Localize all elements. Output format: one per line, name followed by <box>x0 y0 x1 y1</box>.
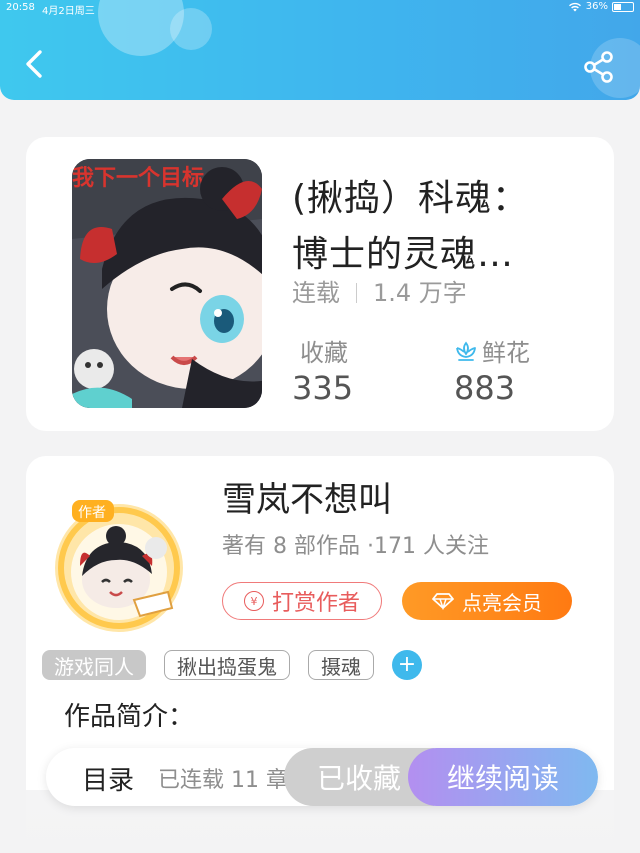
tag-list: 游戏同人 揪出捣蛋鬼 摄魂 + <box>42 650 422 680</box>
table-of-contents-button[interactable]: 目录 <box>82 760 134 797</box>
status-bar: 20:58 4月2日周三 36% <box>0 0 640 18</box>
add-tag-plus-icon[interactable]: + <box>392 650 422 680</box>
flower-icon <box>456 341 476 361</box>
back-chevron-icon[interactable] <box>20 46 50 82</box>
meta-divider <box>356 283 357 303</box>
favorites-label: 收藏 <box>300 339 348 367</box>
avatar-illustration: 作者 <box>55 500 183 632</box>
intro-heading: 作品简介： <box>64 702 195 732</box>
battery-percent: 36% <box>585 1 608 12</box>
activate-vip-label: 点亮会员 <box>462 590 542 615</box>
book-title: (揪捣）科魂： 博士的灵魂… <box>292 171 592 283</box>
flowers-label-group[interactable]: 鲜花 <box>454 333 530 368</box>
diamond-icon <box>432 593 454 610</box>
yen-icon: ¥ <box>243 591 264 611</box>
reward-author-button[interactable]: ¥ 打赏作者 <box>222 582 382 620</box>
tag-item[interactable]: 揪出捣蛋鬼 <box>164 650 290 680</box>
book-word-count: 1.4 万字 <box>373 279 467 307</box>
reward-author-label: 打赏作者 <box>271 591 360 616</box>
tag-item[interactable]: 摄魂 <box>308 650 374 680</box>
book-card: 我下一个目标 (揪捣）科魂： 博士的灵魂… 连载 1.4 万字 收藏 335 鲜… <box>26 137 614 431</box>
flowers-label: 鲜花 <box>482 339 530 367</box>
serial-chapter-info: 已连载 11 章 <box>158 768 288 793</box>
status-time: 20:58 <box>6 2 35 13</box>
bottom-action-bar: 目录 已连载 11 章 已收藏 继续阅读 <box>46 748 598 806</box>
book-meta: 连载 1.4 万字 <box>292 273 467 308</box>
activate-vip-button[interactable]: 点亮会员 <box>402 582 572 620</box>
status-date: 4月2日周三 <box>42 6 95 17</box>
battery-icon <box>612 1 634 12</box>
continue-reading-button[interactable]: 继续阅读 <box>408 748 598 806</box>
author-avatar[interactable]: 作者 <box>50 496 188 634</box>
avatar-badge-text: 作者 <box>78 505 106 521</box>
book-cover[interactable]: 我下一个目标 <box>72 159 262 408</box>
wifi-icon <box>568 2 581 11</box>
top-header: 20:58 4月2日周三 36% <box>0 0 640 100</box>
cover-illustration: 我下一个目标 <box>72 159 262 408</box>
book-status: 连载 <box>292 279 340 307</box>
flowers-count: 883 <box>454 369 516 407</box>
cover-title-text: 我下一个目标 <box>72 165 204 191</box>
book-title-line-1: (揪捣）科魂： <box>292 178 530 219</box>
tag-item[interactable]: 游戏同人 <box>42 650 146 680</box>
author-name[interactable]: 雪岚不想叫 <box>222 472 392 521</box>
share-icon[interactable] <box>580 48 618 86</box>
status-right: 36% <box>568 1 634 12</box>
author-stats: 著有 8 部作品 ·171 人关注 <box>222 534 489 559</box>
favorites-count: 335 <box>292 369 354 407</box>
